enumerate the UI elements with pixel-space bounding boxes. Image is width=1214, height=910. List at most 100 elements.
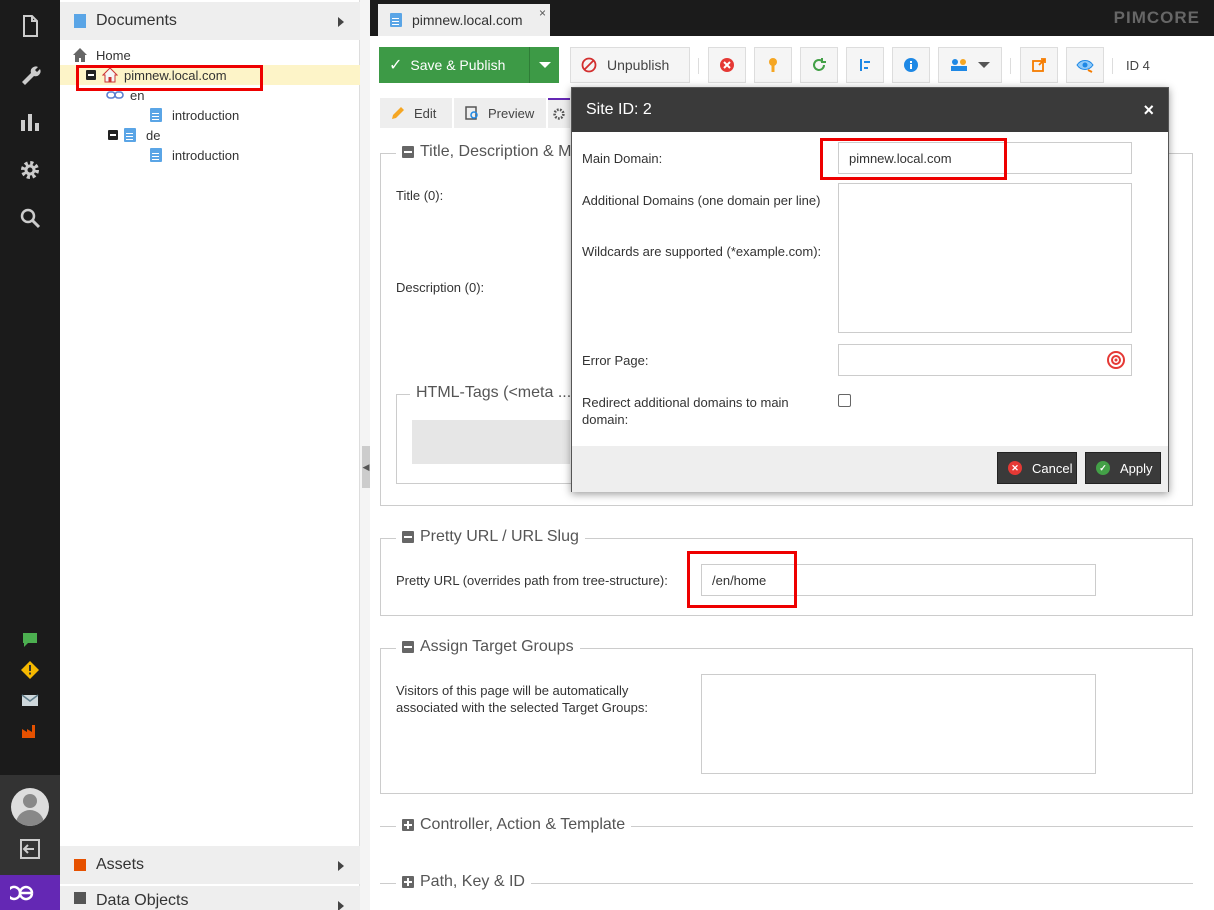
expand-arrow-icon[interactable]	[338, 901, 344, 910]
reload-button[interactable]	[800, 47, 838, 83]
html-tags-area[interactable]	[412, 420, 570, 464]
tree-icon	[860, 59, 870, 71]
additional-domains-label: Additional Domains (one domain per line)	[582, 193, 821, 208]
open-in-new-window-button[interactable]	[1020, 47, 1058, 83]
factory-icon[interactable]	[20, 720, 40, 740]
cancel-icon: ✕	[1008, 461, 1022, 475]
expand-icon[interactable]	[402, 876, 414, 888]
unpublish-button[interactable]: Unpublish	[570, 47, 690, 83]
collapse-icon[interactable]	[402, 146, 414, 158]
check-icon: ✓	[389, 57, 403, 74]
error-page-input[interactable]	[838, 344, 1132, 376]
home-icon	[73, 48, 87, 62]
toolbar-divider	[698, 58, 699, 74]
page-icon	[124, 128, 136, 142]
gear-icon[interactable]	[16, 156, 44, 184]
user-area	[0, 775, 60, 875]
additional-domains-textarea[interactable]	[838, 183, 1132, 333]
lock-button[interactable]	[754, 47, 792, 83]
tab-preview-label: Preview	[488, 105, 535, 121]
save-options-dropdown[interactable]	[529, 47, 559, 83]
target-groups-section-label: Assign Target Groups	[420, 638, 574, 655]
wrench-icon[interactable]	[16, 60, 44, 88]
collapse-icon[interactable]	[402, 531, 414, 543]
apply-check-icon: ✓	[1096, 461, 1110, 475]
documents-panel-header[interactable]: Documents	[60, 2, 360, 40]
tree-item-home[interactable]: Home	[60, 45, 360, 65]
preview-icon	[465, 106, 478, 120]
dialog-header[interactable]: Site ID: 2 ×	[572, 88, 1168, 132]
info-button[interactable]	[892, 47, 930, 83]
tab-settings[interactable]	[548, 98, 570, 128]
redirect-checkbox[interactable]	[838, 394, 851, 407]
data-objects-panel-header[interactable]: Data Objects	[60, 886, 360, 910]
expand-arrow-icon[interactable]	[338, 861, 344, 871]
controller-legend[interactable]: Controller, Action & Template	[396, 816, 632, 834]
close-tab-icon[interactable]: ×	[539, 6, 546, 20]
expand-icon[interactable]	[402, 819, 414, 831]
tree-item-en-introduction[interactable]: introduction	[60, 105, 360, 125]
title-section-legend[interactable]: Title, Description & M	[396, 143, 578, 161]
save-publish-button[interactable]: ✓ Save & Publish	[379, 47, 529, 83]
path-legend[interactable]: Path, Key & ID	[396, 873, 531, 891]
chart-icon[interactable]	[16, 108, 44, 136]
toolbar-divider	[1010, 58, 1011, 74]
avatar[interactable]	[11, 788, 49, 826]
unpublish-label: Unpublish	[607, 57, 670, 73]
target-icon[interactable]	[1107, 351, 1125, 369]
document-tab-bar: pimnew.local.com × PIMCORE	[370, 0, 1214, 36]
close-icon[interactable]: ×	[1143, 100, 1154, 121]
collapse-icon[interactable]	[402, 641, 414, 653]
mail-icon[interactable]	[20, 690, 40, 710]
tree-item-de-introduction[interactable]: introduction	[60, 145, 360, 165]
description-label: Description (0):	[396, 280, 485, 295]
target-groups-select[interactable]	[701, 674, 1096, 774]
warning-icon[interactable]	[20, 660, 40, 680]
html-tags-legend: HTML-Tags (<meta ...	[410, 384, 578, 402]
main-domain-label: Main Domain:	[582, 151, 663, 166]
show-in-tree-button[interactable]	[846, 47, 884, 83]
block-icon	[581, 57, 597, 73]
dialog-title: Site ID: 2	[586, 101, 652, 118]
gear-icon	[553, 108, 565, 120]
assets-panel-header[interactable]: Assets	[60, 846, 360, 884]
tab-preview[interactable]: Preview	[454, 98, 546, 128]
tab-document[interactable]: pimnew.local.com ×	[378, 4, 550, 36]
preview-button[interactable]	[1066, 47, 1104, 83]
document-icon[interactable]	[16, 12, 44, 40]
tab-edit-label: Edit	[414, 105, 437, 121]
main-nav-rail	[0, 0, 60, 910]
logout-icon[interactable]	[18, 837, 42, 864]
document-id: ID 4	[1126, 58, 1150, 73]
target-groups-label: Visitors of this page will be automatica…	[396, 683, 648, 715]
assets-header-label: Assets	[96, 856, 145, 873]
apply-button[interactable]: ✓ Apply	[1085, 452, 1161, 484]
pretty-url-legend[interactable]: Pretty URL / URL Slug	[396, 528, 585, 546]
chat-icon[interactable]	[20, 630, 40, 650]
collapse-icon[interactable]	[108, 130, 118, 140]
translations-button[interactable]	[938, 47, 1002, 83]
document-toolbar: ✓ Save & Publish Unpublish ID 4	[370, 36, 1214, 94]
delete-icon	[720, 58, 734, 72]
pimcore-logo-icon[interactable]	[0, 875, 60, 910]
wildcards-label: Wildcards are supported (*example.com):	[582, 244, 822, 259]
search-icon[interactable]	[16, 204, 44, 232]
collapse-panel-handle[interactable]: ◀	[362, 446, 370, 488]
apply-label: Apply	[1120, 460, 1153, 476]
expand-arrow-icon[interactable]	[338, 17, 344, 27]
title-section-label: Title, Description & M	[420, 143, 572, 160]
target-groups-legend[interactable]: Assign Target Groups	[396, 638, 580, 656]
pretty-url-section-label: Pretty URL / URL Slug	[420, 528, 579, 545]
highlight-pretty-url	[687, 551, 797, 608]
tree-item-de[interactable]: de	[60, 125, 360, 145]
tab-edit[interactable]: Edit	[380, 98, 452, 128]
page-icon	[150, 108, 162, 122]
page-icon	[390, 13, 402, 27]
external-link-icon	[1032, 58, 1046, 72]
dropdown-arrow-icon	[978, 62, 990, 68]
title-label: Title (0):	[396, 188, 444, 203]
html-tags-label: HTML-Tags (<meta ...	[416, 384, 572, 401]
delete-button[interactable]	[708, 47, 746, 83]
cancel-button[interactable]: ✕ Cancel	[997, 452, 1077, 484]
documents-header-label: Documents	[96, 12, 177, 29]
